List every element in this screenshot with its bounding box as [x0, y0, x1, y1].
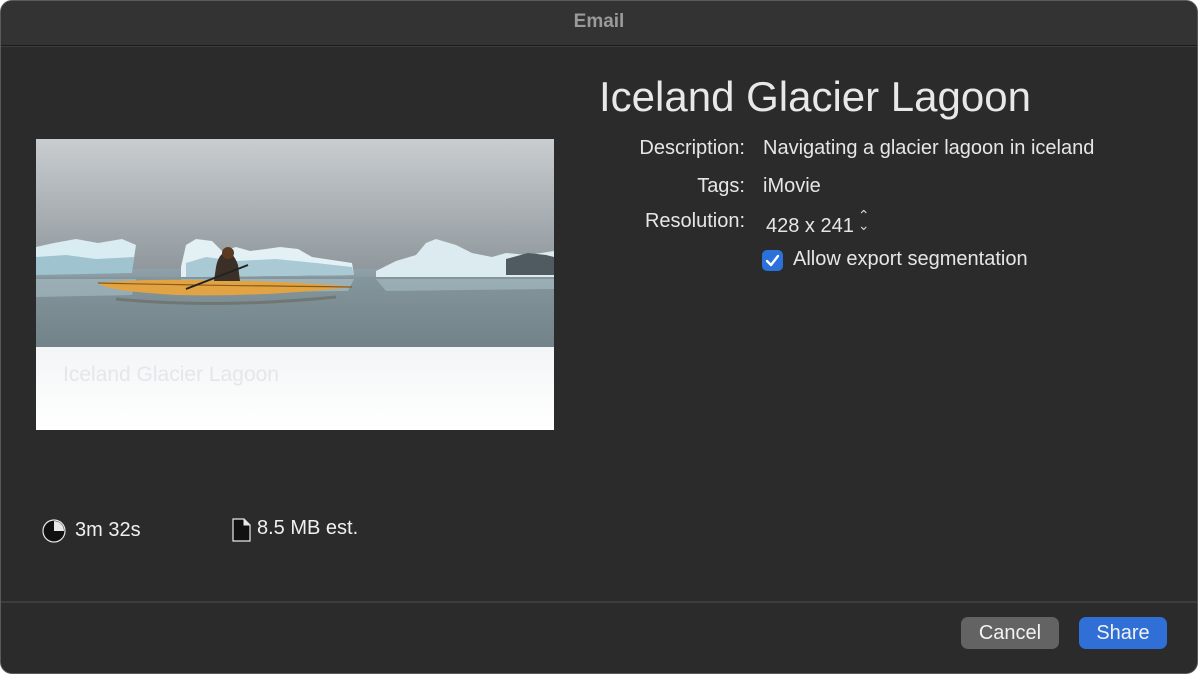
- clock-icon: [42, 519, 66, 543]
- export-segmentation-checkbox[interactable]: [762, 250, 783, 271]
- resolution-label: Resolution:: [644, 210, 745, 232]
- share-button[interactable]: Share: [1079, 617, 1167, 649]
- description-label: Description:: [639, 137, 745, 159]
- document-icon: [232, 518, 251, 542]
- video-preview-thumbnail: Iceland Glacier Lagoon: [36, 139, 554, 430]
- chevron-up-down-icon: ⌃ ⌄: [857, 207, 870, 233]
- checkmark-icon: [765, 254, 780, 267]
- file-size-text: 8.5 MB est.: [257, 517, 359, 539]
- window-title: Email: [573, 11, 625, 32]
- preview-title-overlay: Iceland Glacier Lagoon: [63, 363, 279, 386]
- cancel-button[interactable]: Cancel: [961, 617, 1059, 649]
- email-share-dialog: Email Iceland Glacier Lagoon Iceland Gla…: [0, 0, 1198, 674]
- tags-label: Tags:: [697, 175, 745, 197]
- description-field[interactable]: Navigating a glacier lagoon in iceland: [763, 137, 1094, 160]
- tags-field[interactable]: iMovie: [763, 175, 821, 198]
- export-segmentation-label[interactable]: Allow export segmentation: [793, 248, 1028, 271]
- resolution-popup[interactable]: 428 x 241 ⌃ ⌄: [766, 207, 870, 238]
- title-bar: Email: [1, 1, 1197, 46]
- duration-text: 3m 32s: [75, 519, 141, 541]
- movie-title: Iceland Glacier Lagoon: [599, 73, 1031, 120]
- resolution-value: 428 x 241: [766, 215, 854, 237]
